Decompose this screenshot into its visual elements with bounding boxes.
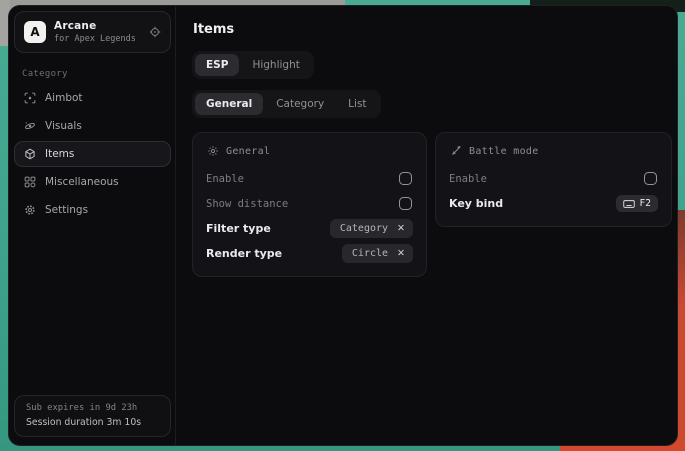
- gear-icon: [24, 204, 36, 216]
- setting-row-enable-battle: Enable: [449, 167, 658, 190]
- sidebar-item-label: Settings: [45, 204, 88, 216]
- setting-label: Show distance: [206, 198, 288, 210]
- view-tab-group: General Category List: [192, 90, 381, 118]
- setting-row-show-distance: Show distance: [206, 192, 413, 215]
- sidebar-item-label: Aimbot: [45, 92, 83, 104]
- battle-mode-panel: Battle mode Enable Key bind: [435, 132, 672, 227]
- brand-text: Arcane for Apex Legends: [54, 20, 141, 44]
- crosshair-icon: [24, 92, 36, 104]
- battle-enable-checkbox[interactable]: [644, 172, 657, 185]
- setting-row-filter-type: Filter type Category ✕: [206, 217, 413, 240]
- sword-icon: [450, 145, 462, 157]
- setting-label: Enable: [449, 173, 487, 185]
- sidebar-item-visuals[interactable]: Visuals: [14, 113, 171, 139]
- tab-esp[interactable]: ESP: [195, 54, 239, 76]
- orbit-eye-icon: [24, 120, 36, 132]
- app-window: A Arcane for Apex Legends Category: [8, 5, 678, 446]
- main-content: Items ESP Highlight General Category Lis…: [175, 6, 678, 445]
- enable-checkbox[interactable]: [399, 172, 412, 185]
- render-type-select[interactable]: Circle ✕: [342, 244, 413, 263]
- sidebar-nav: Aimbot Visuals: [14, 85, 171, 223]
- session-card: Sub expires in 9d 23h Session duration 3…: [14, 395, 171, 437]
- screen: A Arcane for Apex Legends Category: [0, 0, 685, 451]
- clear-icon[interactable]: ✕: [397, 224, 405, 234]
- panel-title: Battle mode: [469, 146, 539, 157]
- page-title: Items: [193, 22, 672, 37]
- filter-type-select[interactable]: Category ✕: [330, 219, 413, 238]
- panel-title: General: [226, 146, 270, 157]
- battle-panel-header: Battle mode: [450, 145, 658, 157]
- mode-tab-group: ESP Highlight: [192, 51, 314, 79]
- sidebar: A Arcane for Apex Legends Category: [9, 6, 175, 445]
- sidebar-item-miscellaneous[interactable]: Miscellaneous: [14, 169, 171, 195]
- cube-icon: [24, 148, 36, 160]
- target-icon[interactable]: [149, 26, 161, 38]
- keyboard-icon: [623, 199, 635, 209]
- panels-row: General Enable Show distance Filter type…: [192, 132, 672, 277]
- sidebar-item-label: Miscellaneous: [45, 176, 119, 188]
- tab-general[interactable]: General: [195, 93, 263, 115]
- app-name: Arcane: [54, 20, 141, 32]
- category-section-label: Category: [22, 69, 171, 79]
- setting-row-render-type: Render type Circle ✕: [206, 242, 413, 265]
- tab-highlight[interactable]: Highlight: [241, 54, 310, 76]
- setting-label: Enable: [206, 173, 244, 185]
- render-type-value: Circle: [352, 248, 388, 259]
- sidebar-item-settings[interactable]: Settings: [14, 197, 171, 223]
- sub-expiry-text: Sub expires in 9d 23h: [26, 403, 159, 413]
- clear-icon[interactable]: ✕: [397, 249, 405, 259]
- setting-label: Render type: [206, 247, 282, 260]
- brand-card: A Arcane for Apex Legends: [14, 11, 171, 53]
- general-panel-header: General: [207, 145, 413, 157]
- tab-list[interactable]: List: [337, 93, 377, 115]
- sun-icon: [207, 145, 219, 157]
- sidebar-item-items[interactable]: Items: [14, 141, 171, 167]
- general-panel: General Enable Show distance Filter type…: [192, 132, 427, 277]
- key-bind-value: F2: [640, 198, 651, 209]
- sidebar-item-label: Visuals: [45, 120, 82, 132]
- sidebar-item-label: Items: [45, 148, 74, 160]
- setting-label: Filter type: [206, 222, 271, 235]
- session-duration-text: Session duration 3m 10s: [26, 417, 159, 428]
- sidebar-item-aimbot[interactable]: Aimbot: [14, 85, 171, 111]
- key-bind-button[interactable]: F2: [616, 195, 658, 212]
- sidebar-spacer: [14, 223, 171, 395]
- app-logo: A: [24, 21, 46, 43]
- grid-icon: [24, 176, 36, 188]
- setting-label: Key bind: [449, 197, 503, 210]
- show-distance-checkbox[interactable]: [399, 197, 412, 210]
- tab-category[interactable]: Category: [265, 93, 335, 115]
- setting-row-key-bind: Key bind F2: [449, 192, 658, 215]
- setting-row-enable: Enable: [206, 167, 413, 190]
- filter-type-value: Category: [340, 223, 388, 234]
- app-subtitle: for Apex Legends: [54, 34, 141, 44]
